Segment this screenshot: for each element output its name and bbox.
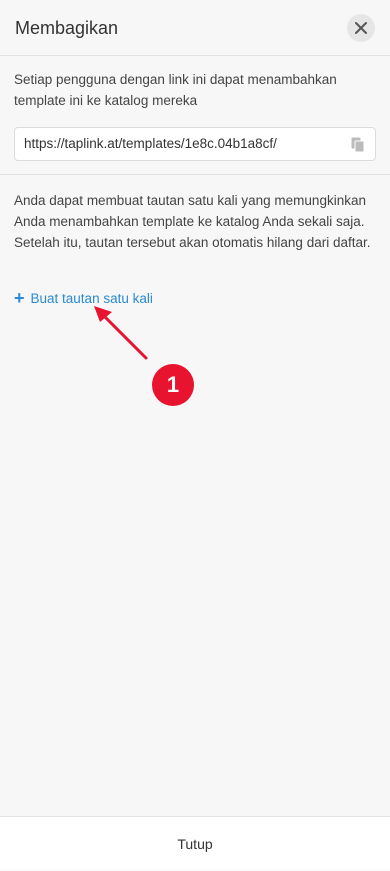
close-footer-button[interactable]: Tutup <box>0 817 390 871</box>
close-icon <box>355 22 367 34</box>
share-url-field[interactable]: https://taplink.at/templates/1e8c.04b1a8… <box>14 127 376 161</box>
share-description: Setiap pengguna dengan link ini dapat me… <box>14 72 337 108</box>
plus-icon: + <box>14 288 25 308</box>
share-link-section: Setiap pengguna dengan link ini dapat me… <box>0 57 390 175</box>
one-time-info: Anda dapat membuat tautan satu kali yang… <box>14 193 371 250</box>
share-url[interactable]: https://taplink.at/templates/1e8c.04b1a8… <box>24 136 277 151</box>
annotation-arrow-icon <box>94 306 148 360</box>
copy-icon[interactable] <box>351 137 365 153</box>
annotation-badge: 1 <box>152 364 194 406</box>
close-button[interactable] <box>347 14 375 42</box>
modal-title: Membagikan <box>15 18 119 38</box>
modal-footer: Tutup <box>0 816 390 870</box>
modal-header: Membagikan <box>0 0 390 56</box>
